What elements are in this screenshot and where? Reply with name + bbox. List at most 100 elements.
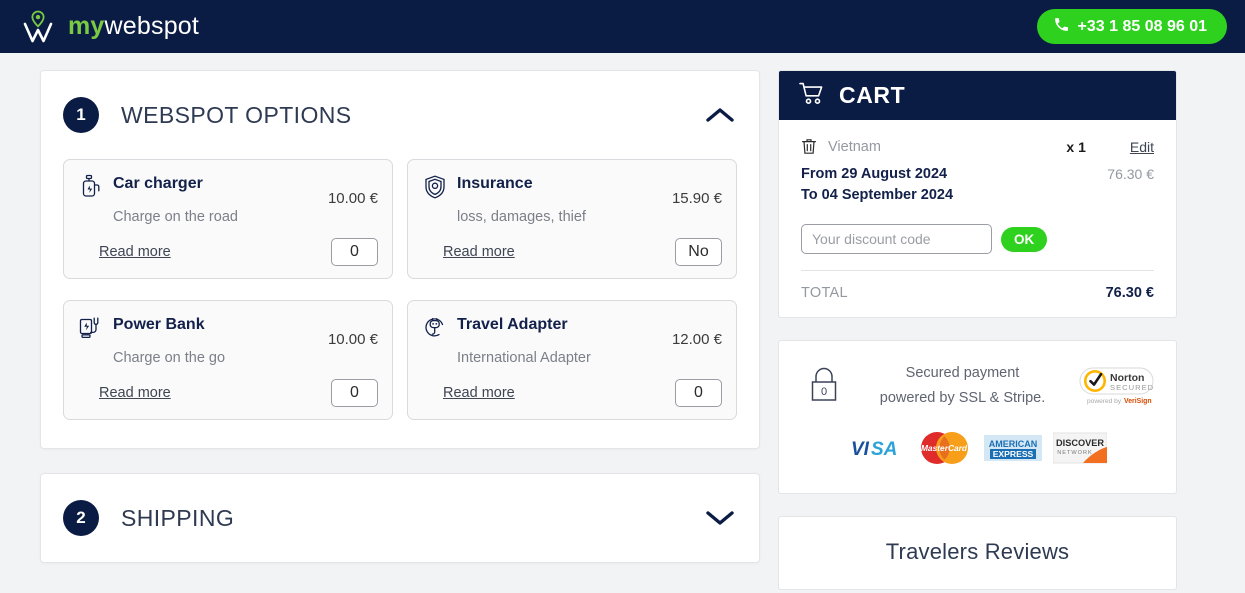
travel-adapter-icon <box>422 315 448 341</box>
travelers-reviews-title: Travelers Reviews <box>885 538 1070 564</box>
option-footer: Read more 0 <box>78 379 378 407</box>
option-description: International Adapter <box>457 350 591 366</box>
chevron-up-icon[interactable] <box>705 106 735 124</box>
trash-icon[interactable] <box>801 138 817 155</box>
cart-header: CART <box>779 71 1176 120</box>
options-grid: Car charger 10.00 € Charge on the road R… <box>63 159 737 420</box>
option-title: Car charger <box>113 175 203 192</box>
secure-payment-panel: 0 Secured payment powered by SSL & Strip… <box>778 340 1177 494</box>
section-shipping: 2 SHIPPING <box>40 473 760 563</box>
svg-text:SA: SA <box>871 439 897 459</box>
shield-insurance-icon <box>422 174 448 200</box>
option-header: Travel Adapter 12.00 € <box>422 314 722 348</box>
option-description: loss, damages, thief <box>457 209 586 225</box>
section-2-header[interactable]: 2 SHIPPING <box>41 474 759 562</box>
cart-item-quantity: x 1 <box>1066 138 1086 155</box>
option-header: Car charger 10.00 € <box>78 173 378 207</box>
cart-total-label: TOTAL <box>801 285 848 302</box>
cart-total-row: TOTAL 76.30 € <box>801 271 1154 301</box>
chevron-down-icon[interactable] <box>705 509 735 527</box>
svg-text:EXPRESS: EXPRESS <box>992 449 1033 459</box>
cart-item-subtotal: 76.30 € <box>1107 166 1154 182</box>
amex-logo-icon: AMERICAN EXPRESS <box>983 433 1042 468</box>
discover-logo-icon: DISCOVER NETWORK <box>1052 431 1107 470</box>
cart-item-dates-row: From 29 August 2024 To 04 September 2024… <box>801 164 1154 206</box>
mastercard-logo-icon: MasterCard <box>915 430 973 471</box>
option-description: Charge on the go <box>113 350 226 366</box>
accepted-cards-row: VI SA MasterCard AMERICAN EXPRESS DISCOV… <box>801 430 1154 471</box>
option-card-insurance[interactable]: Insurance 15.90 € loss, damages, thief R… <box>407 159 737 279</box>
option-card-power-bank[interactable]: Power Bank 10.00 € Charge on the go Read… <box>63 300 393 420</box>
option-card-travel-adapter[interactable]: Travel Adapter 12.00 € International Ada… <box>407 300 737 420</box>
secure-line-1: Secured payment <box>905 365 1020 382</box>
phone-icon <box>1053 16 1070 38</box>
option-title: Power Bank <box>113 316 205 333</box>
read-more-link[interactable]: Read more <box>99 244 171 260</box>
secure-payment-row: 0 Secured payment powered by SSL & Strip… <box>801 361 1154 412</box>
svg-text:VeriSign: VeriSign <box>1124 398 1152 405</box>
read-more-link[interactable]: Read more <box>443 244 515 260</box>
option-price: 15.90 € <box>671 190 722 207</box>
option-footer: Read more 0 <box>78 238 378 266</box>
cart-column: CART Vietnam x 1 Edit From 29 August 202… <box>778 70 1177 590</box>
section-2-title: SHIPPING <box>121 504 235 531</box>
step-1-badge: 1 <box>63 97 99 133</box>
option-price: 10.00 € <box>327 331 378 348</box>
power-bank-icon <box>78 315 104 341</box>
travelers-reviews-panel: Travelers Reviews <box>778 515 1177 590</box>
quantity-selector[interactable]: 0 <box>675 379 722 407</box>
padlock-icon: 0 <box>801 364 846 408</box>
read-more-link[interactable]: Read more <box>99 385 171 401</box>
section-1-body: Car charger 10.00 € Charge on the road R… <box>41 159 759 448</box>
secure-line-2: powered by SSL & Stripe. <box>879 390 1046 407</box>
cart-item-destination: Vietnam <box>828 138 881 155</box>
brand-name-webspot: webspot <box>104 12 200 40</box>
map-pin-w-logo-icon <box>22 10 54 44</box>
cart-item-dates: From 29 August 2024 To 04 September 2024 <box>801 164 953 206</box>
discount-ok-button[interactable]: OK <box>1001 226 1048 252</box>
svg-text:DISCOVER: DISCOVER <box>1056 438 1104 448</box>
read-more-link[interactable]: Read more <box>443 385 515 401</box>
quantity-selector[interactable]: 0 <box>331 379 378 407</box>
option-price: 12.00 € <box>671 331 722 348</box>
insurance-selector[interactable]: No <box>675 238 722 266</box>
section-1-title: WEBSPOT OPTIONS <box>121 101 352 128</box>
step-2-badge: 2 <box>63 500 99 536</box>
svg-text:powered by: powered by <box>1087 398 1122 405</box>
option-header: Insurance 15.90 € <box>422 173 722 207</box>
visa-logo-icon: VI SA <box>849 437 904 464</box>
brand-name-my: my <box>68 12 105 40</box>
norton-secured-badge-icon: Norton SECURED powered by VeriSign <box>1079 366 1154 406</box>
svg-text:MasterCard: MasterCard <box>920 443 967 453</box>
brand-logo[interactable]: mywebspot <box>22 10 199 44</box>
option-header: Power Bank 10.00 € <box>78 314 378 348</box>
cart-body: Vietnam x 1 Edit From 29 August 2024 To … <box>779 120 1176 317</box>
option-title: Insurance <box>457 175 533 192</box>
option-card-car-charger[interactable]: Car charger 10.00 € Charge on the road R… <box>63 159 393 279</box>
quantity-selector[interactable]: 0 <box>331 238 378 266</box>
page-content: 1 WEBSPOT OPTIONS Car charger 10.00 € Ch… <box>0 53 1245 590</box>
option-price: 10.00 € <box>327 190 378 207</box>
cart-edit-link[interactable]: Edit <box>1130 139 1154 155</box>
section-webspot-options: 1 WEBSPOT OPTIONS Car charger 10.00 € Ch… <box>40 70 760 449</box>
svg-text:SECURED: SECURED <box>1110 383 1154 392</box>
section-1-header[interactable]: 1 WEBSPOT OPTIONS <box>41 71 759 159</box>
option-footer: Read more 0 <box>422 379 722 407</box>
svg-text:AMERICAN: AMERICAN <box>988 439 1037 449</box>
cart-date-to: To 04 September 2024 <box>801 187 954 204</box>
cart-total-value: 76.30 € <box>1105 285 1154 302</box>
phone-number-label: +33 1 85 08 96 01 <box>1077 17 1207 35</box>
cart-item-row: Vietnam x 1 Edit <box>801 138 1154 155</box>
top-header-bar: mywebspot +33 1 85 08 96 01 <box>0 0 1245 53</box>
discount-code-input[interactable] <box>801 224 992 255</box>
cart-panel: CART Vietnam x 1 Edit From 29 August 202… <box>778 70 1177 319</box>
svg-text:VI: VI <box>851 439 870 459</box>
brand-wordmark: mywebspot <box>68 14 199 39</box>
secure-payment-text: Secured payment powered by SSL & Stripe. <box>846 361 1079 412</box>
checkout-steps-column: 1 WEBSPOT OPTIONS Car charger 10.00 € Ch… <box>40 70 760 563</box>
svg-text:NETWORK: NETWORK <box>1057 450 1093 456</box>
phone-call-button[interactable]: +33 1 85 08 96 01 <box>1036 9 1227 44</box>
cart-date-from: From 29 August 2024 <box>801 166 948 182</box>
option-title: Travel Adapter <box>457 316 568 333</box>
discount-row: OK <box>801 224 1154 255</box>
